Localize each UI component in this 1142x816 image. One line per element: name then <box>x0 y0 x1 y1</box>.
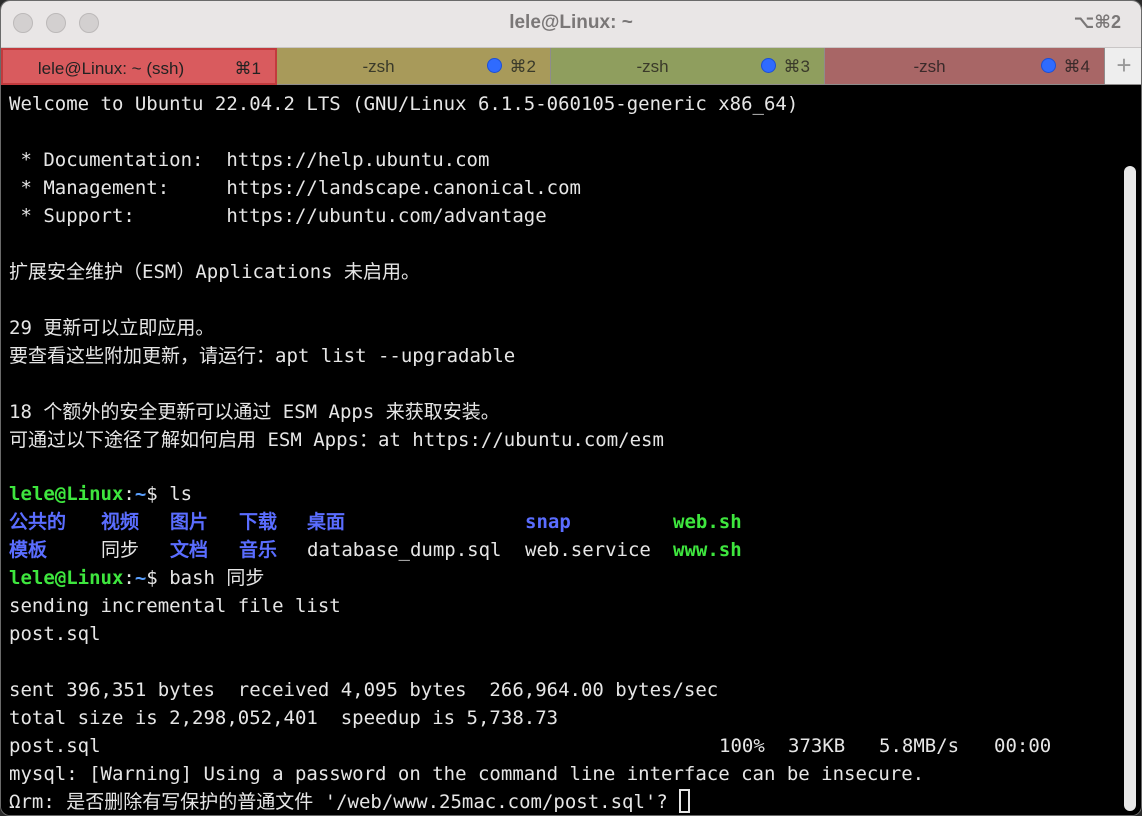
ls-entry: web.sh <box>673 511 742 533</box>
progress-size: 373KB <box>788 735 846 757</box>
ls-entry: 模板 <box>9 539 48 561</box>
terminal-line: 29 更新可以立即应用。 <box>9 317 215 339</box>
tab-zsh-3[interactable]: -zsh ⌘3 <box>551 48 825 85</box>
ls-entry: www.sh <box>673 539 742 561</box>
tab-label: -zsh <box>636 57 669 76</box>
new-tab-button[interactable]: + <box>1105 48 1141 85</box>
prompt-separator: : <box>123 483 135 505</box>
progress-line: post.sql 100% 373KB 5.8MB/s 00:00 <box>9 732 1109 760</box>
tab-bar: lele@Linux: ~ (ssh) ⌘1 -zsh ⌘2 -zsh ⌘3 -… <box>1 48 1141 86</box>
prompt-path: ~ <box>134 567 147 589</box>
ls-entry: web.service <box>525 539 651 561</box>
ls-entry: 桌面 <box>307 511 346 533</box>
activity-dot-icon <box>761 58 776 73</box>
prompt-line: lele@Linux:~$ bash 同步 <box>9 564 264 592</box>
prompt-dollar: $ <box>146 567 158 589</box>
tab-shortcut: ⌘1 <box>234 59 261 78</box>
ls-entry: database_dump.sql <box>307 539 502 561</box>
prompt-user: lele@Linux <box>9 567 124 589</box>
terminal-line: 可通过以下途径了解如何启用 ESM Apps：at https://ubuntu… <box>9 429 664 451</box>
prompt-dollar: $ <box>146 483 158 505</box>
terminal-window: lele@Linux: ~ ⌥⌘2 lele@Linux: ~ (ssh) ⌘1… <box>0 0 1142 816</box>
terminal-line: sending incremental file list <box>9 595 341 617</box>
progress-time: 00:00 <box>994 735 1052 757</box>
tab-zsh-4[interactable]: -zsh ⌘4 <box>825 48 1105 85</box>
terminal-line: mysql: [Warning] Using a password on the… <box>9 763 925 785</box>
ls-entry: 下载 <box>239 511 278 533</box>
terminal-line: total size is 2,298,052,401 speedup is 5… <box>9 707 559 729</box>
scrollbar-thumb[interactable] <box>1124 166 1136 811</box>
rm-prompt-text: Ωrm: 是否删除有写保护的普通文件 '/web/www.25mac.com/p… <box>9 791 680 813</box>
rm-prompt-line[interactable]: Ωrm: 是否删除有写保护的普通文件 '/web/www.25mac.com/p… <box>9 788 691 815</box>
tab-label: lele@Linux: ~ (ssh) <box>37 59 185 78</box>
terminal-line: Welcome to Ubuntu 22.04.2 LTS (GNU/Linux… <box>9 93 799 115</box>
terminal-line: * Support: https://ubuntu.com/advantage <box>9 205 547 227</box>
prompt-path: ~ <box>134 483 147 505</box>
terminal-line: * Management: https://landscape.canonica… <box>9 177 581 199</box>
ls-entry: 音乐 <box>239 539 278 561</box>
progress-rate: 5.8MB/s <box>879 735 960 757</box>
ls-row: 模板 同步 文档 音乐 database_dump.sql web.servic… <box>9 536 1109 564</box>
tab-shortcut: ⌘4 <box>1063 57 1090 76</box>
terminal-line: sent 396,351 bytes received 4,095 bytes … <box>9 679 719 701</box>
progress-percent: 100% <box>719 735 765 757</box>
tab-ssh[interactable]: lele@Linux: ~ (ssh) ⌘1 <box>1 48 277 85</box>
prompt-line: lele@Linux:~$ ls <box>9 480 192 508</box>
title-bar: lele@Linux: ~ ⌥⌘2 <box>1 1 1141 48</box>
text-cursor <box>679 789 691 813</box>
terminal-line: * Documentation: https://help.ubuntu.com <box>9 149 490 171</box>
window-shortcut: ⌥⌘2 <box>1073 12 1121 32</box>
terminal-line: 18 个额外的安全更新可以通过 ESM Apps 来获取安装。 <box>9 401 500 423</box>
tab-label: -zsh <box>362 57 395 76</box>
tab-shortcut: ⌘2 <box>509 57 536 76</box>
terminal-line: 要查看这些附加更新，请运行：apt list --upgradable <box>9 345 516 367</box>
prompt-user: lele@Linux <box>9 483 124 505</box>
ls-entry: 同步 <box>101 539 140 561</box>
command-text: ls <box>157 483 193 505</box>
prompt-separator: : <box>123 567 135 589</box>
ls-entry: 公共的 <box>9 511 67 533</box>
ls-entry: 视频 <box>101 511 140 533</box>
ls-entry: snap <box>525 511 571 533</box>
tab-zsh-2[interactable]: -zsh ⌘2 <box>277 48 551 85</box>
window-title: lele@Linux: ~ <box>509 12 633 33</box>
ls-entry: 文档 <box>170 539 209 561</box>
terminal-line: 扩展安全维护（ESM）Applications 未启用。 <box>9 261 421 283</box>
ls-row: 公共的 视频 图片 下载 桌面 snap web.sh <box>9 508 1109 536</box>
tab-shortcut: ⌘3 <box>783 57 810 76</box>
terminal-line: post.sql <box>9 623 101 645</box>
progress-file: post.sql <box>9 735 101 757</box>
terminal-output[interactable]: Welcome to Ubuntu 22.04.2 LTS (GNU/Linux… <box>1 86 1121 815</box>
scrollbar[interactable] <box>1119 86 1141 815</box>
ls-entry: 图片 <box>170 511 209 533</box>
activity-dot-icon <box>487 58 502 73</box>
command-text: bash 同步 <box>157 567 265 589</box>
activity-dot-icon <box>1041 58 1056 73</box>
tab-label: -zsh <box>913 57 946 76</box>
